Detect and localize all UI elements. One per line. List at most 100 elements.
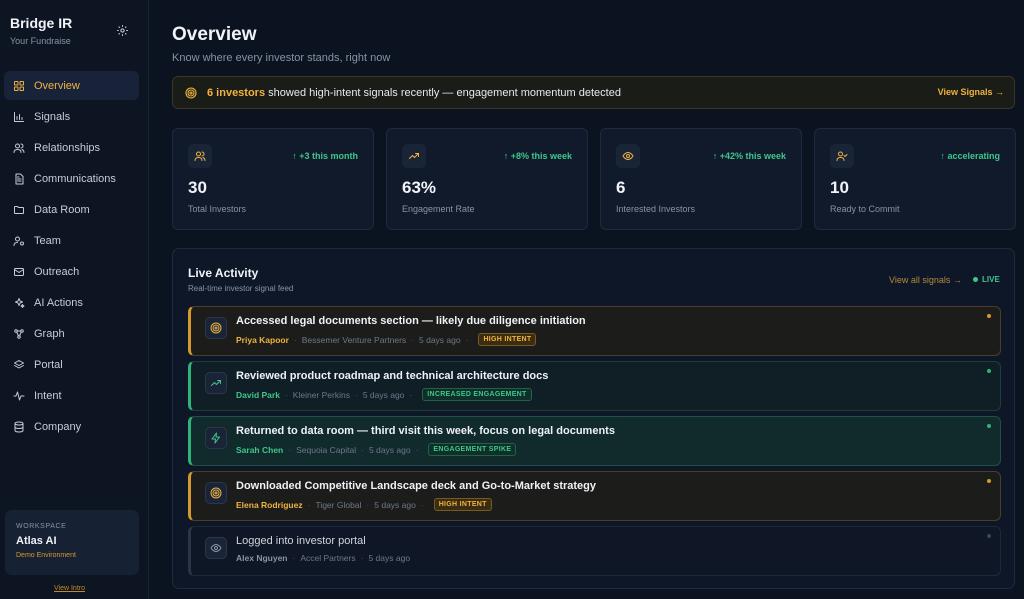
sparkles-icon — [12, 296, 26, 310]
activity-title: Downloaded Competitive Landscape deck an… — [236, 480, 597, 492]
stat-card-interested-investors[interactable]: ↑ +42% this week 6 Interested Investors — [600, 128, 802, 230]
stat-trend: ↑ +3 this month — [292, 151, 358, 161]
separator: · — [409, 389, 413, 400]
activity-item[interactable]: Returned to data room — third visit this… — [188, 416, 1001, 466]
layers-icon — [12, 358, 26, 372]
sidebar-item-label: Communications — [34, 172, 116, 185]
activity-firm: Kleiner Perkins — [292, 389, 350, 400]
activity-meta: Sarah Chen · Sequoia Capital · 5 days ago · EN… — [236, 443, 517, 456]
sidebar-item-company[interactable]: Company — [4, 412, 139, 441]
status-badge: HIGH INTENT — [478, 333, 537, 346]
activity-meta: Alex Nguyen · Accel Partners · 5 days ago — [236, 553, 410, 563]
sidebar-item-portal[interactable]: Portal — [4, 350, 139, 379]
sidebar-item-communications[interactable]: Communications — [4, 164, 139, 193]
unread-dot — [987, 424, 991, 428]
workspace-name: Atlas AI — [16, 535, 57, 547]
banner-highlight: 6 investors — [207, 86, 266, 99]
view-all-signals-link[interactable]: View all signals → — [889, 275, 962, 285]
stat-value: 63% — [402, 178, 437, 197]
stat-card-engagement-rate[interactable]: ↑ +8% this week 63% Engagement Rate — [386, 128, 588, 230]
banner-text: 6 investors showed high-intent signals r… — [207, 87, 621, 99]
folder-icon — [12, 203, 26, 217]
activity-time: 5 days ago — [362, 389, 405, 400]
view-signals-link[interactable]: View Signals → — [938, 87, 1004, 97]
stat-value: 10 — [830, 178, 849, 197]
activity-time: 5 days ago — [368, 553, 411, 563]
sidebar-item-label: Signals — [34, 110, 71, 123]
status-badge: INCREASED ENGAGEMENT — [422, 388, 532, 401]
unread-dot — [987, 479, 991, 483]
sidebar-item-label: Outreach — [34, 265, 80, 278]
sidebar-item-team[interactable]: Team — [4, 226, 139, 255]
activity-subtitle: Real-time investor signal feed — [188, 284, 294, 293]
target-icon — [205, 482, 227, 504]
user-check-icon — [830, 144, 854, 168]
stat-label: Total Investors — [188, 204, 247, 214]
sidebar-item-label: Data Room — [34, 203, 90, 216]
separator: · — [284, 389, 288, 400]
signal-banner: 6 investors showed high-intent signals r… — [172, 76, 1015, 109]
status-badge: HIGH INTENT — [433, 498, 492, 511]
users-icon — [12, 141, 26, 155]
separator: · — [411, 334, 415, 345]
stat-value: 6 — [616, 178, 626, 197]
sidebar: Bridge IR Your Fundraise Overview Signals… — [0, 0, 149, 599]
activity-item[interactable]: Downloaded Competitive Landscape deck an… — [188, 471, 1001, 521]
target-icon — [185, 86, 197, 99]
database-icon — [12, 420, 26, 434]
sidebar-item-label: Overview — [34, 79, 80, 92]
stat-card-total-investors[interactable]: ↑ +3 this month 30 Total Investors — [172, 128, 374, 230]
activity-item[interactable]: Reviewed product roadmap and technical a… — [188, 361, 1001, 411]
activity-item[interactable]: Accessed legal documents section — likel… — [188, 306, 1001, 356]
sidebar-item-relationships[interactable]: Relationships — [4, 133, 139, 162]
unread-dot — [987, 369, 991, 373]
activity-time: 5 days ago — [368, 444, 411, 455]
live-activity-panel: Live Activity Real-time investor signal … — [172, 248, 1015, 589]
sidebar-item-ai-actions[interactable]: AI Actions — [4, 288, 139, 317]
separator: · — [360, 553, 364, 563]
stat-trend: ↑ accelerating — [940, 151, 1000, 161]
pulse-icon — [12, 389, 26, 403]
activity-person[interactable]: Elena Rodriguez — [236, 500, 303, 510]
activity-item[interactable]: Logged into investor portal Alex Nguyen · A… — [188, 526, 1001, 576]
activity-time: 5 days ago — [374, 499, 416, 510]
graph-icon — [12, 327, 26, 341]
stat-card-ready-to-commit[interactable]: ↑ accelerating 10 Ready to Commit — [814, 128, 1016, 230]
activity-meta: Priya Kapoor · Bessemer Venture Partners · 5… — [236, 333, 537, 346]
activity-title: Reviewed product roadmap and technical a… — [236, 370, 549, 382]
sidebar-item-label: Company — [34, 420, 82, 433]
eye-icon — [616, 144, 640, 168]
activity-person[interactable]: David Park — [236, 390, 280, 400]
stat-label: Interested Investors — [616, 204, 696, 214]
page-title: Overview — [172, 24, 257, 45]
bar-chart-icon — [12, 110, 26, 124]
brand-name: Bridge IR — [10, 15, 73, 31]
unread-dot — [987, 534, 991, 538]
sidebar-item-overview[interactable]: Overview — [4, 71, 139, 100]
activity-person[interactable]: Priya Kapoor — [236, 335, 289, 345]
view-intro-link[interactable]: View Intro — [54, 585, 85, 592]
users-icon — [188, 144, 212, 168]
stat-value: 30 — [188, 178, 207, 197]
sidebar-item-outreach[interactable]: Outreach — [4, 257, 139, 286]
workspace-card[interactable]: WORKSPACE Atlas AI Demo Environment — [5, 510, 139, 575]
sidebar-item-intent[interactable]: Intent — [4, 381, 139, 410]
separator: · — [465, 334, 469, 345]
stat-label: Ready to Commit — [830, 204, 900, 214]
sidebar-item-data-room[interactable]: Data Room — [4, 195, 139, 224]
separator: · — [292, 553, 296, 563]
activity-person[interactable]: Alex Nguyen — [236, 553, 288, 563]
document-icon — [12, 172, 26, 186]
separator: · — [366, 499, 370, 510]
stat-trend: ↑ +42% this week — [712, 151, 786, 161]
sidebar-item-label: AI Actions — [34, 296, 83, 309]
user-cog-icon — [12, 234, 26, 248]
sidebar-item-graph[interactable]: Graph — [4, 319, 139, 348]
gear-icon[interactable] — [116, 24, 129, 37]
separator: · — [361, 444, 364, 455]
sidebar-item-label: Team — [34, 234, 61, 247]
separator: · — [415, 444, 419, 455]
stat-label: Engagement Rate — [402, 204, 475, 214]
sidebar-item-signals[interactable]: Signals — [4, 102, 139, 131]
activity-person[interactable]: Sarah Chen — [236, 445, 283, 455]
